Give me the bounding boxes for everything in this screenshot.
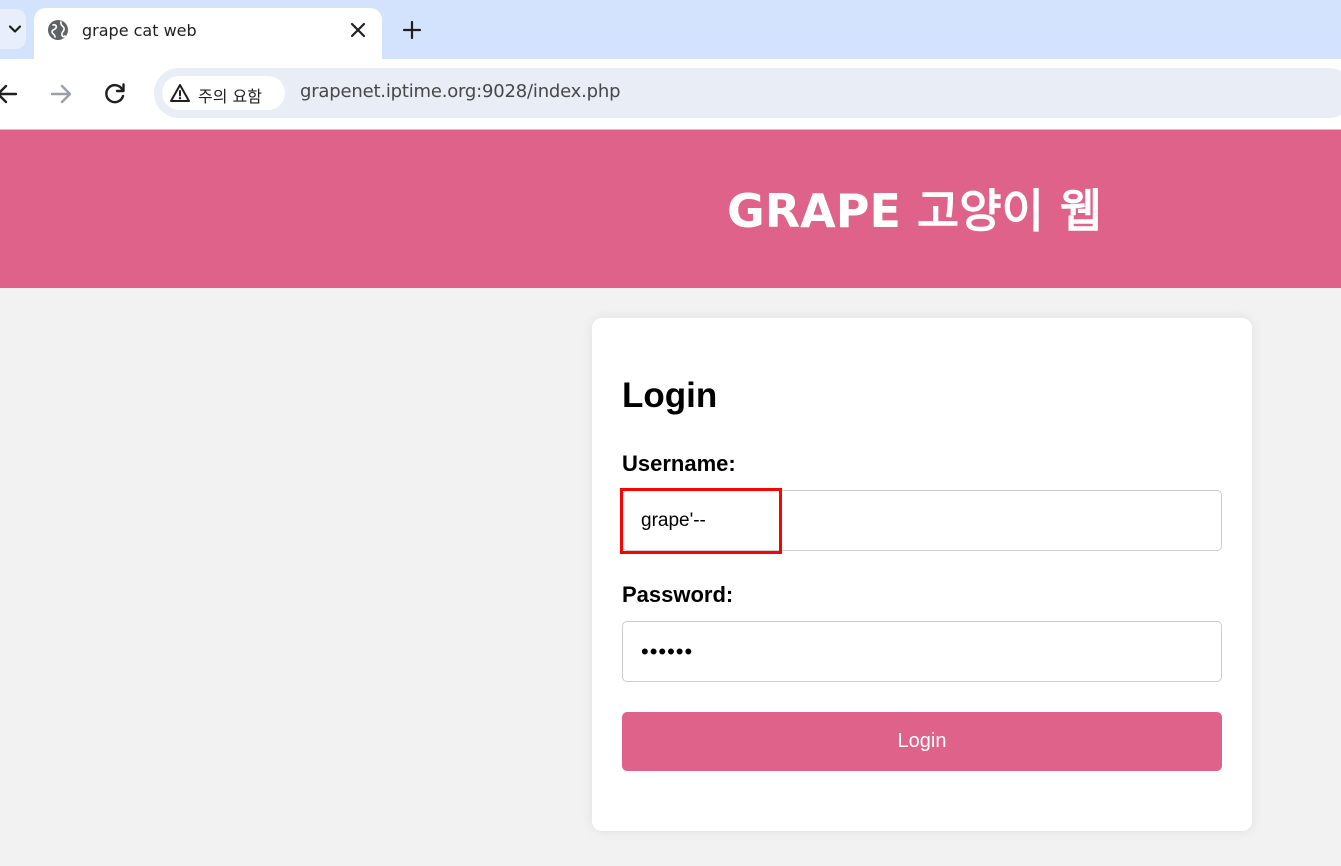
security-label: 주의 요함 bbox=[198, 87, 262, 106]
site-title: GRAPE 고양이 웹 bbox=[727, 184, 1103, 238]
login-card: Login Username: Password: Login bbox=[592, 318, 1252, 831]
password-label: Password: bbox=[622, 582, 734, 607]
chevron-down-icon bbox=[8, 25, 22, 33]
reload-icon[interactable] bbox=[102, 81, 128, 107]
globe-icon bbox=[48, 20, 68, 40]
site-header: GRAPE 고양이 웹 bbox=[0, 130, 1341, 288]
browser-toolbar: 주의 요함 grapenet.iptime.org:9028/index.php bbox=[0, 59, 1341, 130]
warning-triangle-icon bbox=[170, 84, 190, 102]
tab-search-button[interactable] bbox=[0, 9, 26, 49]
plus-icon[interactable] bbox=[401, 19, 423, 41]
browser-tab-strip: grape cat web bbox=[0, 0, 1341, 59]
login-heading: Login bbox=[622, 376, 718, 415]
tab-title: grape cat web bbox=[82, 21, 197, 40]
url-text[interactable]: grapenet.iptime.org:9028/index.php bbox=[300, 81, 621, 102]
back-arrow-icon[interactable] bbox=[0, 81, 20, 107]
username-input[interactable] bbox=[622, 490, 1222, 551]
login-button[interactable]: Login bbox=[622, 712, 1222, 771]
close-icon[interactable] bbox=[348, 20, 368, 40]
password-input[interactable] bbox=[622, 621, 1222, 682]
address-bar[interactable]: 주의 요함 grapenet.iptime.org:9028/index.php bbox=[154, 68, 1341, 118]
browser-tab[interactable]: grape cat web bbox=[34, 8, 382, 59]
forward-arrow-icon[interactable] bbox=[48, 81, 74, 107]
username-label: Username: bbox=[622, 451, 736, 476]
security-indicator[interactable]: 주의 요함 bbox=[162, 76, 285, 110]
